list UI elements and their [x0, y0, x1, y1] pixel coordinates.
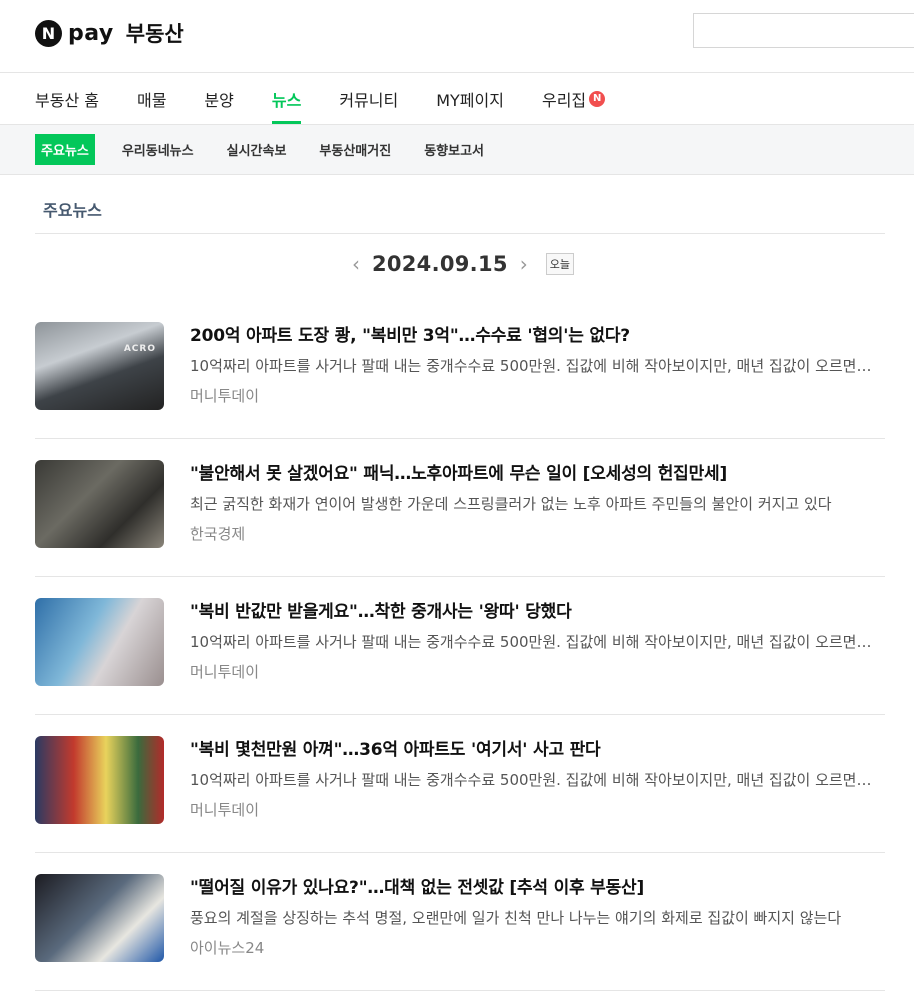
news-summary[interactable]: 10억짜리 아파트를 사거나 팔때 내는 중개수수료 500만원. 집값에 비해… [190, 769, 885, 790]
news-source: 한국경제 [190, 525, 246, 543]
today-button[interactable]: 오늘 [545, 253, 575, 275]
news-source: 머니투데이 [190, 801, 260, 819]
news-item[interactable]: "복비 반값만 받을게요"…착한 중개사는 '왕따' 당했다 10억짜리 아파트… [35, 577, 885, 715]
logo-service-text: 부동산 [125, 22, 184, 46]
news-title[interactable]: "불안해서 못 살겠어요" 패닉…노후아파트에 무슨 일이 [오세성의 헌집만세… [190, 459, 885, 484]
logo-pay-text: pay [68, 20, 114, 46]
main-nav: 부동산 홈 매물 분양 뉴스 커뮤니티 MY페이지 우리집 N [0, 73, 914, 124]
date-navigator: ‹ 2024.09.15 › 오늘 [0, 249, 914, 279]
next-date-chevron-icon[interactable]: › [520, 252, 528, 276]
news-source: 머니투데이 [190, 387, 260, 405]
section-divider [35, 233, 885, 234]
news-item[interactable]: "복비 몇천만원 아껴"…36억 아파트도 '여기서' 사고 판다 10억짜리 … [35, 715, 885, 853]
news-thumbnail[interactable] [35, 874, 164, 962]
subnav-local-news[interactable]: 우리동네뉴스 [122, 140, 194, 159]
thumbnail-sign-text: ACRO [123, 344, 156, 354]
news-subnav: 주요뉴스 우리동네뉴스 실시간속보 부동산매거진 동향보고서 [0, 124, 914, 175]
news-source: 아이뉴스24 [190, 939, 265, 957]
news-thumbnail[interactable] [35, 460, 164, 548]
news-summary[interactable]: 풍요의 계절을 상징하는 추석 명절, 오랜만에 일가 친척 만나 나누는 얘기… [190, 907, 885, 928]
news-list: ACRO 200억 아파트 도장 쾅, "복비만 3억"…수수료 '협의'는 없… [35, 301, 885, 991]
subnav-top-news[interactable]: 주요뉴스 [35, 134, 95, 165]
news-thumbnail[interactable] [35, 736, 164, 824]
new-badge-icon: N [589, 90, 606, 107]
news-source: 머니투데이 [190, 663, 260, 681]
subnav-breaking-news[interactable]: 실시간속보 [227, 140, 287, 159]
nav-item-news[interactable]: 뉴스 [271, 73, 302, 124]
news-summary[interactable]: 10억짜리 아파트를 사거나 팔때 내는 중개수수료 500만원. 집값에 비해… [190, 355, 885, 376]
news-title[interactable]: "떨어질 이유가 있나요?"…대책 없는 전셋값 [추석 이후 부동산] [190, 873, 885, 898]
news-item[interactable]: "불안해서 못 살겠어요" 패닉…노후아파트에 무슨 일이 [오세성의 헌집만세… [35, 439, 885, 577]
news-summary[interactable]: 10억짜리 아파트를 사거나 팔때 내는 중개수수료 500만원. 집값에 비해… [190, 631, 885, 652]
news-text: "불안해서 못 살겠어요" 패닉…노후아파트에 무슨 일이 [오세성의 헌집만세… [190, 439, 885, 576]
news-summary[interactable]: 최근 굵직한 화재가 연이어 발생한 가운데 스프링클러가 없는 노후 아파트 … [190, 493, 885, 514]
news-title[interactable]: "복비 반값만 받을게요"…착한 중개사는 '왕따' 당했다 [190, 597, 885, 622]
npay-n-icon: N [35, 19, 62, 47]
nav-item-listings[interactable]: 매물 [137, 73, 166, 124]
top-header: N pay 부동산 [0, 0, 914, 73]
news-thumbnail[interactable]: ACRO [35, 322, 164, 410]
nav-item-presale[interactable]: 분양 [204, 73, 233, 124]
news-title[interactable]: "복비 몇천만원 아껴"…36억 아파트도 '여기서' 사고 판다 [190, 735, 885, 760]
section-title: 주요뉴스 [43, 201, 102, 220]
subnav-magazine[interactable]: 부동산매거진 [319, 140, 391, 159]
current-date: 2024.09.15 [371, 252, 508, 276]
news-item[interactable]: ACRO 200억 아파트 도장 쾅, "복비만 3억"…수수료 '협의'는 없… [35, 301, 885, 439]
news-text: "복비 반값만 받을게요"…착한 중개사는 '왕따' 당했다 10억짜리 아파트… [190, 577, 885, 714]
search-input[interactable] [693, 13, 914, 48]
news-thumbnail[interactable] [35, 598, 164, 686]
news-title[interactable]: 200억 아파트 도장 쾅, "복비만 3억"…수수료 '협의'는 없다? [190, 321, 885, 346]
npay-realestate-logo[interactable]: N pay 부동산 [35, 18, 184, 48]
nav-item-mypage[interactable]: MY페이지 [436, 73, 504, 124]
nav-item-community[interactable]: 커뮤니티 [339, 73, 398, 124]
news-item[interactable]: "떨어질 이유가 있나요?"…대책 없는 전셋값 [추석 이후 부동산] 풍요의… [35, 853, 885, 991]
news-text: "복비 몇천만원 아껴"…36억 아파트도 '여기서' 사고 판다 10억짜리 … [190, 715, 885, 852]
nav-item-home[interactable]: 부동산 홈 [35, 73, 99, 124]
prev-date-chevron-icon[interactable]: ‹ [352, 252, 360, 276]
nav-item-myhome[interactable]: 우리집 N [542, 73, 606, 124]
news-text: "떨어질 이유가 있나요?"…대책 없는 전셋값 [추석 이후 부동산] 풍요의… [190, 853, 885, 990]
subnav-reports[interactable]: 동향보고서 [424, 140, 484, 159]
news-text: 200억 아파트 도장 쾅, "복비만 3억"…수수료 '협의'는 없다? 10… [190, 301, 885, 438]
